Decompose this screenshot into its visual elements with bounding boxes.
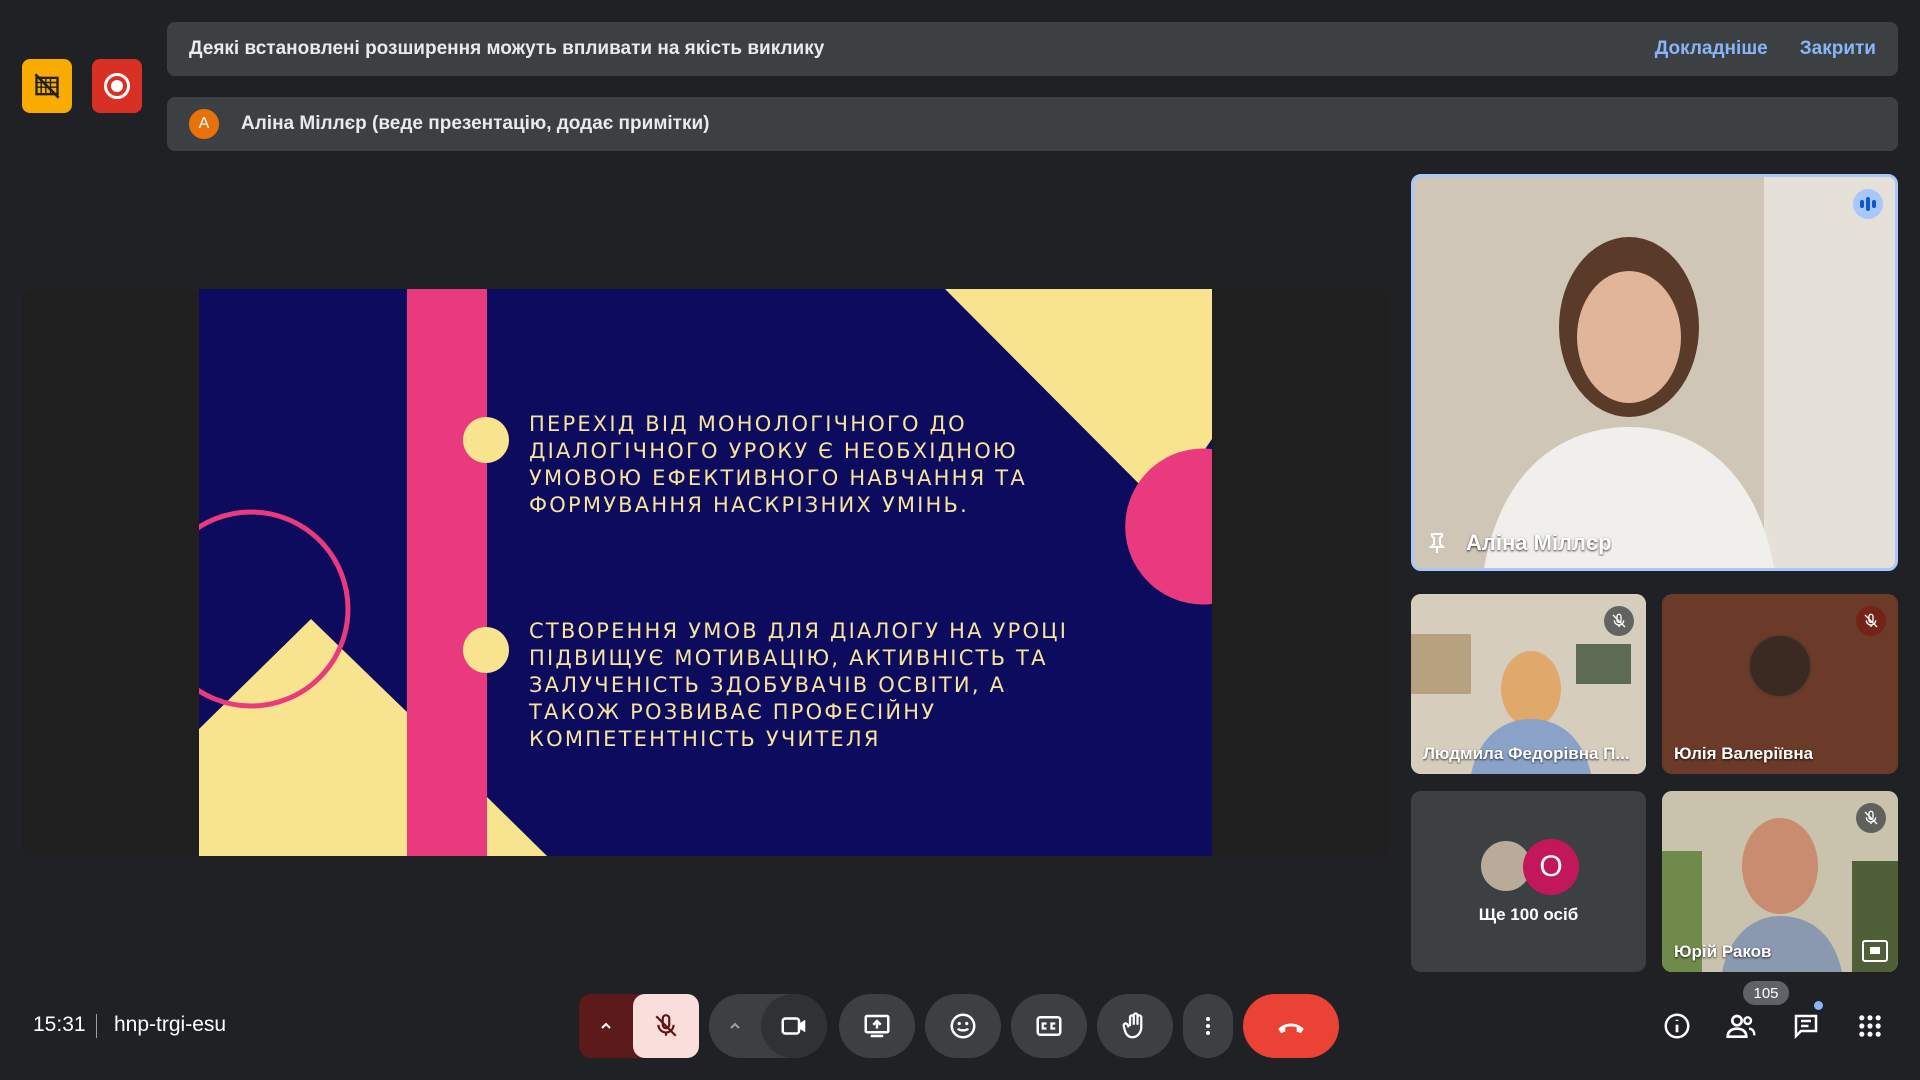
participant-name: Юлія Валеріївна bbox=[1674, 744, 1814, 763]
microphone-control bbox=[579, 994, 699, 1058]
end-call-button[interactable] bbox=[1243, 994, 1339, 1058]
participant-tile[interactable]: Людмила Федорівна П... bbox=[1411, 594, 1646, 774]
participant-video bbox=[1414, 177, 1895, 568]
divider bbox=[96, 1014, 97, 1038]
mic-off-icon bbox=[1856, 606, 1886, 636]
apps-grid-icon bbox=[1859, 1015, 1881, 1037]
more-vert-icon bbox=[1206, 1017, 1210, 1035]
presenting-icon bbox=[1862, 940, 1888, 962]
video-options-button[interactable] bbox=[709, 994, 761, 1058]
camera-control bbox=[709, 994, 827, 1058]
more-participants-tile[interactable]: О Ще 100 осіб bbox=[1411, 791, 1646, 972]
presenter-avatar: A bbox=[189, 109, 219, 139]
captions-button[interactable] bbox=[1011, 994, 1087, 1058]
people-button[interactable] bbox=[1723, 1008, 1759, 1044]
chevron-up-icon bbox=[601, 1022, 611, 1029]
emoji-icon bbox=[950, 1013, 976, 1039]
activities-button[interactable] bbox=[1852, 1008, 1888, 1044]
avatar: О bbox=[1523, 839, 1579, 895]
pin-icon[interactable] bbox=[1428, 532, 1446, 554]
chat-icon bbox=[1794, 1014, 1818, 1040]
participant-tile[interactable]: Юлія Валеріївна bbox=[1662, 594, 1898, 774]
raise-hand-button[interactable] bbox=[1097, 994, 1173, 1058]
participant-tile[interactable]: Юрій Раков bbox=[1662, 791, 1898, 972]
participant-name: Юрій Раков bbox=[1674, 942, 1772, 961]
participant-avatar bbox=[1748, 634, 1812, 698]
chevron-up-icon bbox=[730, 1022, 740, 1029]
close-warning-button[interactable]: Закрити bbox=[1800, 38, 1876, 60]
extension-warning-badge[interactable] bbox=[22, 59, 72, 113]
end-call-icon bbox=[1278, 1023, 1304, 1034]
present-screen-icon bbox=[864, 1014, 890, 1038]
emoji-reactions-button[interactable] bbox=[925, 994, 1001, 1058]
meeting-clock: 15:31 bbox=[33, 1013, 86, 1036]
audio-options-button[interactable] bbox=[579, 994, 633, 1058]
more-participants-label: Ще 100 осіб bbox=[1478, 905, 1579, 924]
slide-graphics bbox=[199, 289, 1212, 856]
warning-message: Деякі встановлені розширення можуть впли… bbox=[189, 38, 825, 59]
record-icon bbox=[104, 73, 130, 99]
mic-off-icon bbox=[655, 1014, 677, 1037]
participant-count-badge: 105 bbox=[1743, 981, 1789, 1005]
extension-off-icon bbox=[34, 73, 60, 99]
unread-indicator bbox=[1814, 1001, 1823, 1010]
more-avatars: О bbox=[1479, 839, 1579, 895]
presentation-slide: Перехід від монологічного до діалогічног… bbox=[199, 289, 1212, 856]
presenter-status: Аліна Міллєр (веде презентацію, додає пр… bbox=[241, 113, 710, 134]
mic-off-icon bbox=[1604, 606, 1634, 636]
speaking-indicator-icon bbox=[1853, 189, 1883, 219]
participant-name: Людмила Федорівна П... bbox=[1423, 744, 1630, 763]
raise-hand-icon bbox=[1122, 1012, 1143, 1039]
people-icon bbox=[1726, 1014, 1756, 1038]
meeting-details-button[interactable] bbox=[1659, 1008, 1695, 1044]
presenter-bar: A Аліна Міллєр (веде презентацію, додає … bbox=[167, 97, 1898, 151]
captions-icon bbox=[1036, 1016, 1062, 1036]
slide-point-1: Перехід від монологічного до діалогічног… bbox=[529, 412, 1027, 517]
present-screen-button[interactable] bbox=[839, 994, 915, 1058]
mic-toggle-button[interactable] bbox=[633, 994, 699, 1058]
more-options-button[interactable] bbox=[1183, 994, 1233, 1058]
camera-icon bbox=[781, 1017, 806, 1035]
mic-off-icon bbox=[1856, 803, 1886, 833]
learn-more-link[interactable]: Докладніше bbox=[1655, 38, 1768, 60]
participant-name: Аліна Міллєр bbox=[1466, 530, 1612, 555]
extensions-warning-bar: Деякі встановлені розширення можуть впли… bbox=[167, 22, 1898, 76]
info-icon bbox=[1664, 1013, 1690, 1039]
slide-point-2: Створення умов для діалогу на уроці підв… bbox=[529, 619, 1069, 751]
participant-tile-main[interactable]: Аліна Міллєр bbox=[1411, 174, 1898, 571]
chat-button[interactable] bbox=[1788, 1008, 1824, 1044]
meeting-code[interactable]: hnp-trgi-esu bbox=[114, 1013, 226, 1037]
recording-badge[interactable] bbox=[92, 59, 142, 113]
camera-toggle-button[interactable] bbox=[761, 994, 827, 1058]
